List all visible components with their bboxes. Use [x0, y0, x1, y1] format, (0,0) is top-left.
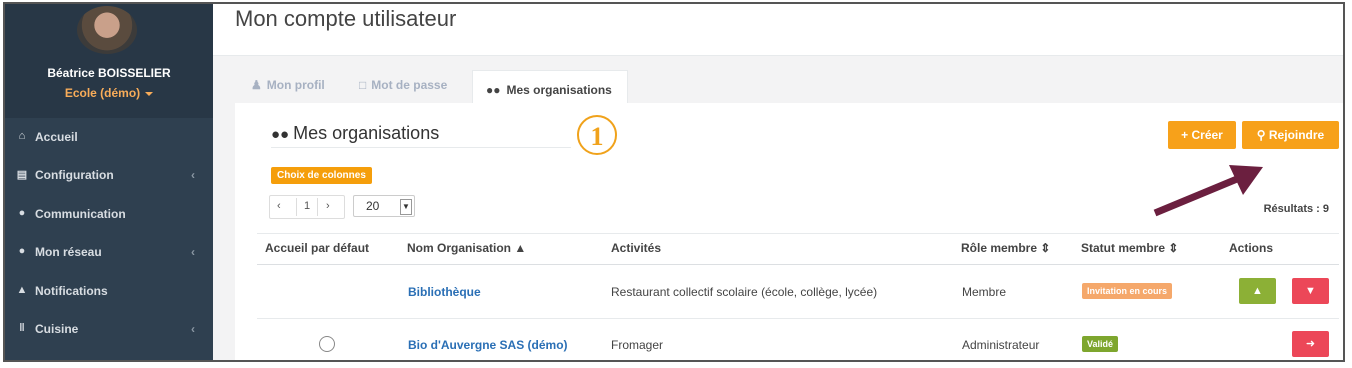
app-window: Béatrice BOISSELIER Ecole (démo) ⌂ Accue…	[3, 2, 1345, 362]
org-activity: Restaurant collectif scolaire (école, co…	[611, 285, 878, 299]
comments-icon: ●	[18, 207, 26, 219]
join-button[interactable]: ⚲ Rejoindre	[1242, 121, 1339, 149]
tab-label: Mon profil	[266, 78, 325, 92]
chevron-left-icon: ‹	[191, 322, 195, 336]
org-name-link[interactable]: Bio d'Auvergne SAS (démo)	[408, 338, 568, 352]
page-header: Mon compte utilisateur	[213, 4, 1343, 56]
organisations-panel: ●● Mes organisations 1 + Créer ⚲ Rejoindr…	[235, 103, 1343, 360]
user-name: Béatrice BOISSELIER	[47, 66, 171, 80]
search-icon: ⚲	[1256, 128, 1269, 142]
leave-organisation-button[interactable]: ➜	[1292, 331, 1329, 357]
tab-mes-organisations[interactable]: ●● Mes organisations	[472, 70, 628, 105]
home-icon: ⌂	[18, 130, 26, 142]
chevron-left-icon: ‹	[191, 245, 195, 259]
next-page-button[interactable]: ›	[326, 200, 330, 212]
sidebar: Béatrice BOISSELIER Ecole (démo) ⌂ Accue…	[5, 4, 213, 360]
avatar[interactable]	[77, 6, 137, 54]
page-size-value: 20	[366, 199, 380, 213]
results-count: Résultats : 9	[1263, 203, 1329, 215]
section-title: ●● Mes organisations	[271, 123, 439, 144]
org-activity: Fromager	[611, 338, 664, 352]
page-title: Mon compte utilisateur	[235, 6, 457, 31]
tab-label: Mes organisations	[506, 83, 612, 97]
decline-button[interactable]: ▼	[1292, 278, 1329, 304]
sidebar-item-notifications[interactable]: ▲ Notifications	[5, 272, 213, 310]
accept-button[interactable]: ▲	[1239, 278, 1276, 304]
users-icon: ●	[18, 245, 26, 257]
sidebar-item-label: Cuisine	[35, 322, 79, 336]
caret-down-icon	[145, 91, 154, 96]
sidebar-item-cuisine[interactable]: ‖ Cuisine ‹	[5, 310, 213, 348]
column-header-role[interactable]: Rôle membre ⇕	[961, 241, 1050, 255]
cutlery-icon: ‖	[19, 322, 25, 334]
sidebar-item-label: Notifications	[35, 284, 108, 298]
sidebar-item-label: Communication	[35, 207, 126, 221]
user-icon: ♟	[251, 78, 262, 92]
column-header-org-name[interactable]: Nom Organisation ▲	[407, 241, 526, 255]
sidebar-item-accueil[interactable]: ⌂ Accueil	[5, 118, 213, 156]
status-badge: Validé	[1082, 336, 1119, 352]
column-chooser-button[interactable]: Choix de colonnes	[271, 167, 372, 184]
school-switcher[interactable]: Ecole (démo)	[5, 86, 213, 100]
org-name-link[interactable]: Bibliothèque	[408, 285, 481, 299]
sign-out-icon: ➜	[1305, 338, 1316, 350]
sidebar-item-label: Configuration	[35, 168, 114, 182]
prev-page-button[interactable]: ‹	[277, 200, 281, 212]
dropdown-arrow-icon: ▼	[400, 199, 412, 215]
tab-label: Mot de passe	[371, 78, 448, 92]
table-header-border	[257, 264, 1339, 265]
thumbs-up-icon: ▲	[1252, 285, 1263, 297]
bank-icon: ▤	[16, 169, 28, 181]
default-home-radio[interactable]	[319, 336, 335, 352]
column-header-activities[interactable]: Activités	[611, 241, 661, 255]
join-button-label: Rejoindre	[1268, 128, 1325, 142]
step-marker: 1	[577, 115, 617, 155]
pagination: ‹ 1 ›	[269, 195, 345, 219]
sidebar-item-label: Mon réseau	[35, 245, 102, 259]
member-role: Administrateur	[962, 338, 1040, 352]
bell-icon: ▲	[16, 284, 28, 296]
column-header-status[interactable]: Statut membre ⇕	[1081, 241, 1178, 255]
lock-icon: □	[359, 78, 367, 92]
status-badge: Invitation en cours	[1082, 283, 1173, 299]
thumbs-down-icon: ▼	[1305, 285, 1316, 297]
sidebar-item-configuration[interactable]: ▤ Configuration ‹	[5, 156, 213, 194]
annotation-arrow-icon	[1153, 165, 1263, 217]
table-top-border	[257, 233, 1339, 234]
row-divider	[257, 318, 1339, 319]
school-name: Ecole (démo)	[64, 86, 141, 100]
column-header-actions: Actions	[1229, 241, 1274, 255]
users-icon: ●●	[271, 126, 290, 143]
chevron-left-icon: ‹	[191, 168, 195, 182]
page-size-select[interactable]: 20 ▼	[353, 195, 415, 217]
divider	[271, 147, 571, 148]
sidebar-item-communication[interactable]: ● Communication	[5, 195, 213, 233]
profile-block: Béatrice BOISSELIER Ecole (démo)	[5, 4, 213, 118]
users-icon: ●●	[486, 83, 501, 97]
sidebar-item-label: Accueil	[35, 130, 78, 144]
section-title-text: Mes organisations	[293, 123, 440, 143]
page-number[interactable]: 1	[296, 198, 318, 216]
sidebar-item-mon-reseau[interactable]: ● Mon réseau ‹	[5, 233, 213, 271]
column-header-default[interactable]: Accueil par défaut	[265, 241, 369, 255]
create-button[interactable]: + Créer	[1168, 121, 1236, 149]
main-content: Mon compte utilisateur ♟ Mon profil □ Mot …	[213, 4, 1343, 360]
member-role: Membre	[962, 285, 1007, 299]
